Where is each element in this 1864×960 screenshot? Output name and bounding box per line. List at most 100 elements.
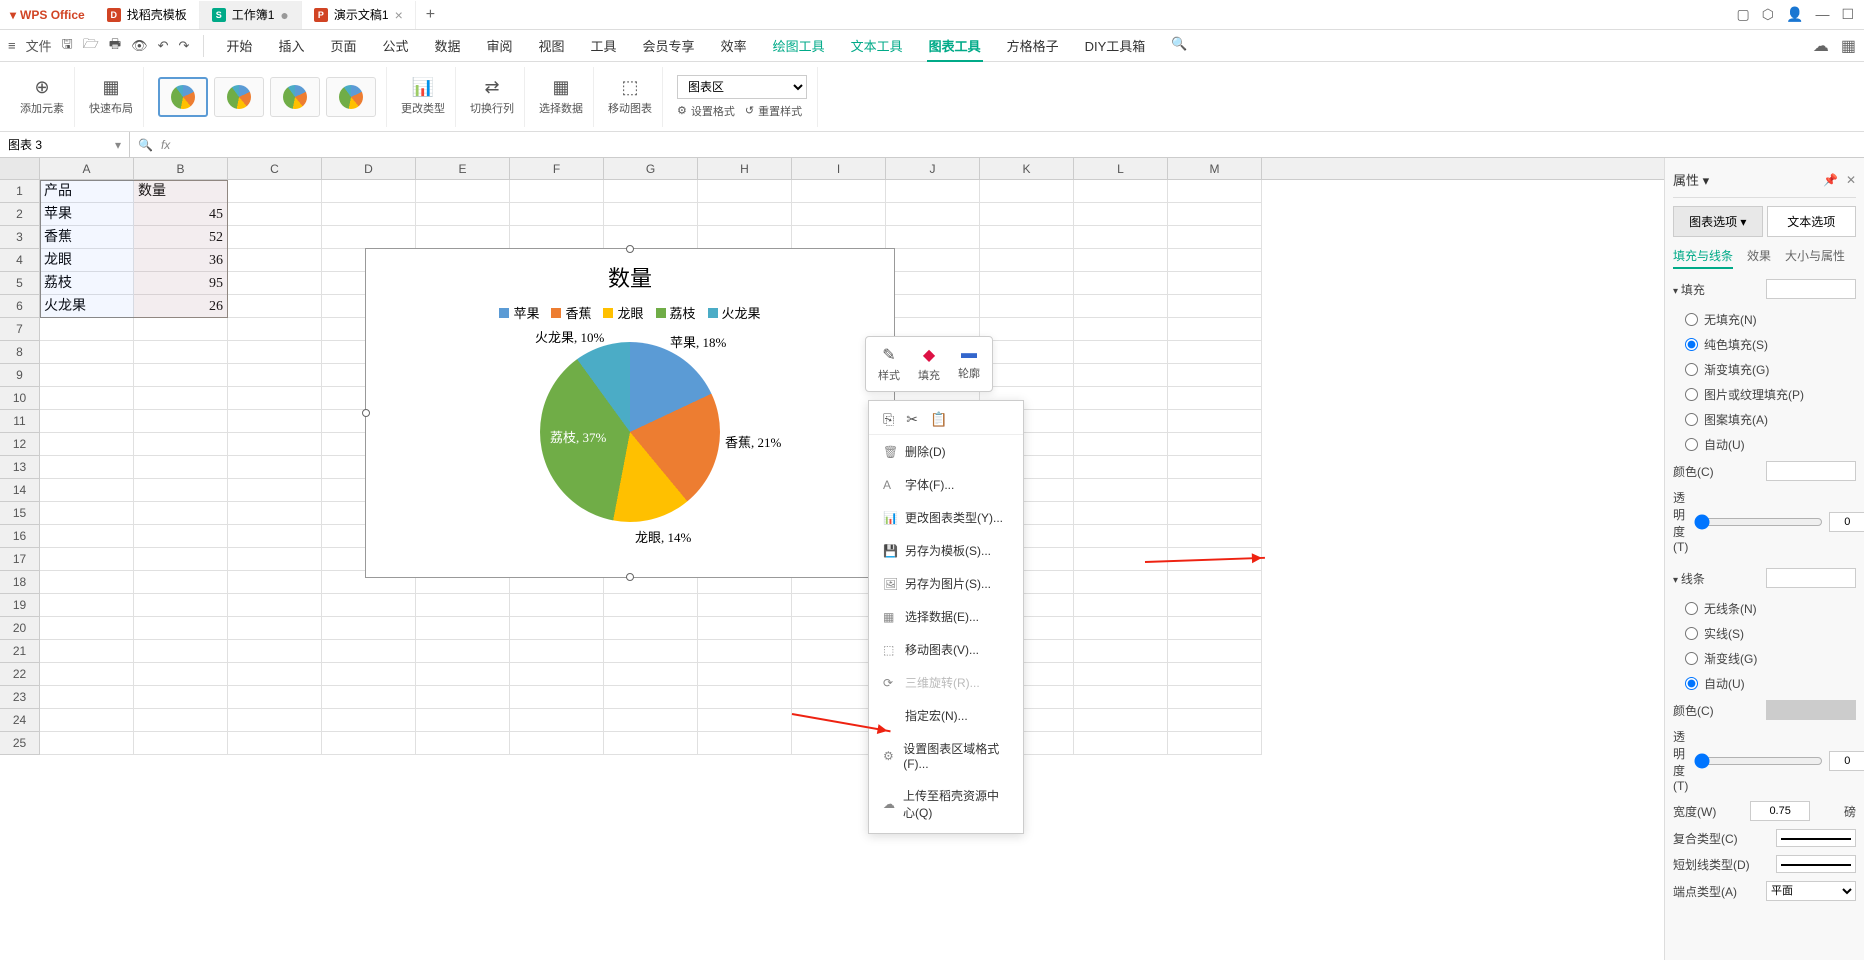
close-icon[interactable]: ● bbox=[280, 7, 288, 23]
cell[interactable] bbox=[980, 249, 1074, 272]
row-header[interactable]: 23 bbox=[0, 686, 40, 709]
cell[interactable]: 香蕉 bbox=[40, 226, 134, 249]
cell[interactable] bbox=[228, 594, 322, 617]
cell[interactable] bbox=[1168, 226, 1262, 249]
cell[interactable] bbox=[1074, 502, 1168, 525]
cell[interactable] bbox=[1168, 640, 1262, 663]
row-header[interactable]: 11 bbox=[0, 410, 40, 433]
cell[interactable] bbox=[1168, 617, 1262, 640]
col-header[interactable]: G bbox=[604, 158, 698, 179]
radio-auto-fill[interactable]: 自动(U) bbox=[1673, 432, 1856, 457]
app-icon[interactable]: ▦ bbox=[1841, 36, 1856, 56]
cell[interactable] bbox=[134, 479, 228, 502]
menu-icon[interactable]: ≡ bbox=[8, 38, 16, 53]
col-header[interactable]: A bbox=[40, 158, 134, 179]
cell[interactable] bbox=[228, 732, 322, 755]
tab-text-options[interactable]: 文本选项 bbox=[1767, 206, 1857, 237]
row-header[interactable]: 20 bbox=[0, 617, 40, 640]
cell[interactable] bbox=[510, 663, 604, 686]
cell[interactable] bbox=[698, 617, 792, 640]
pin-icon[interactable]: 📌 bbox=[1823, 173, 1838, 187]
cell[interactable] bbox=[1168, 663, 1262, 686]
row-header[interactable]: 12 bbox=[0, 433, 40, 456]
cell[interactable] bbox=[228, 709, 322, 732]
chart-style-1[interactable] bbox=[158, 77, 208, 117]
cell[interactable] bbox=[980, 364, 1074, 387]
line-preview[interactable] bbox=[1766, 568, 1856, 588]
fill-preview[interactable] bbox=[1766, 279, 1856, 299]
col-header[interactable]: E bbox=[416, 158, 510, 179]
cell[interactable] bbox=[792, 226, 886, 249]
chart-style-2[interactable] bbox=[214, 77, 264, 117]
cell[interactable] bbox=[228, 410, 322, 433]
cell[interactable] bbox=[322, 732, 416, 755]
cell[interactable] bbox=[134, 709, 228, 732]
cell[interactable] bbox=[134, 433, 228, 456]
cell[interactable] bbox=[228, 456, 322, 479]
cell[interactable] bbox=[1168, 433, 1262, 456]
row-header[interactable]: 13 bbox=[0, 456, 40, 479]
cap-select[interactable]: 平面 bbox=[1766, 881, 1856, 901]
row-header[interactable]: 8 bbox=[0, 341, 40, 364]
row-header[interactable]: 25 bbox=[0, 732, 40, 755]
subtab-fill-line[interactable]: 填充与线条 bbox=[1673, 247, 1733, 269]
cell[interactable] bbox=[40, 594, 134, 617]
ctx-upload[interactable]: ☁上传至稻壳资源中心(Q) bbox=[869, 779, 1023, 829]
switch-rc-button[interactable]: ⇄切换行列 bbox=[460, 67, 525, 127]
cell[interactable] bbox=[322, 617, 416, 640]
add-tab-button[interactable]: + bbox=[416, 6, 445, 24]
cell[interactable] bbox=[1074, 663, 1168, 686]
cell[interactable] bbox=[134, 318, 228, 341]
cell[interactable] bbox=[40, 640, 134, 663]
user-icon[interactable]: 👤 bbox=[1786, 6, 1803, 23]
cell[interactable] bbox=[1168, 456, 1262, 479]
cell[interactable] bbox=[416, 663, 510, 686]
cell[interactable] bbox=[980, 295, 1074, 318]
cell[interactable] bbox=[228, 226, 322, 249]
cell[interactable] bbox=[698, 203, 792, 226]
row-header[interactable]: 14 bbox=[0, 479, 40, 502]
cell[interactable] bbox=[980, 203, 1074, 226]
cell[interactable] bbox=[322, 709, 416, 732]
line-color-button[interactable] bbox=[1766, 700, 1856, 720]
cell[interactable] bbox=[40, 617, 134, 640]
cell[interactable] bbox=[228, 387, 322, 410]
row-header[interactable]: 22 bbox=[0, 663, 40, 686]
cell[interactable] bbox=[322, 180, 416, 203]
style-button[interactable]: ✎样式 bbox=[870, 341, 908, 387]
cell[interactable] bbox=[1168, 387, 1262, 410]
cloud-icon[interactable]: ☁ bbox=[1813, 36, 1829, 56]
cell[interactable] bbox=[40, 410, 134, 433]
cell[interactable] bbox=[1168, 594, 1262, 617]
chart-element-select[interactable]: 图表区 bbox=[677, 75, 807, 99]
cell[interactable] bbox=[134, 548, 228, 571]
cell[interactable] bbox=[510, 617, 604, 640]
ctx-save-image[interactable]: 🖼另存为图片(S)... bbox=[869, 567, 1023, 600]
radio-picture-fill[interactable]: 图片或纹理填充(P) bbox=[1673, 382, 1856, 407]
name-box[interactable]: 图表 3▾ bbox=[0, 132, 130, 157]
cell[interactable] bbox=[134, 617, 228, 640]
cell[interactable] bbox=[1168, 364, 1262, 387]
reset-style-button[interactable]: ↺ 重置样式 bbox=[745, 103, 802, 119]
cell[interactable] bbox=[134, 732, 228, 755]
cell[interactable] bbox=[322, 686, 416, 709]
line-transparency-slider[interactable] bbox=[1694, 753, 1823, 769]
cell[interactable] bbox=[886, 226, 980, 249]
pie-chart[interactable]: 苹果, 18% 香蕉, 21% 龙眼, 14% 荔枝, 37% 火龙果, 10% bbox=[540, 342, 720, 522]
cell[interactable] bbox=[698, 732, 792, 755]
col-header[interactable]: J bbox=[886, 158, 980, 179]
cell[interactable] bbox=[1168, 249, 1262, 272]
tab-data[interactable]: 数据 bbox=[422, 30, 472, 61]
fill-button[interactable]: ◆填充 bbox=[910, 341, 948, 387]
cell[interactable] bbox=[134, 571, 228, 594]
cell[interactable] bbox=[886, 249, 980, 272]
cell[interactable] bbox=[228, 502, 322, 525]
maximize-icon[interactable]: ☐ bbox=[1841, 6, 1854, 23]
cell[interactable] bbox=[1074, 226, 1168, 249]
row-header[interactable]: 7 bbox=[0, 318, 40, 341]
chart-title[interactable]: 数量 bbox=[366, 249, 894, 293]
cell[interactable] bbox=[40, 387, 134, 410]
resize-handle[interactable] bbox=[626, 245, 634, 253]
cell[interactable]: 产品 bbox=[40, 180, 134, 203]
col-header[interactable]: I bbox=[792, 158, 886, 179]
